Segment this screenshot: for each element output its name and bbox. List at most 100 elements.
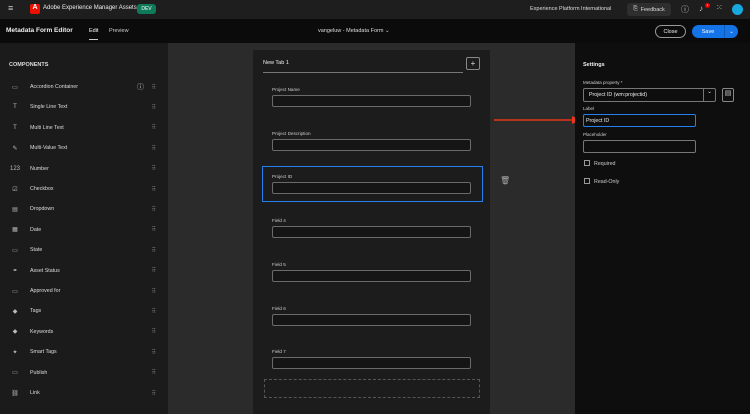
component-item[interactable]: ⚭ Asset Status ⠿ bbox=[10, 264, 160, 278]
drag-handle-icon[interactable]: ⠿ bbox=[152, 226, 156, 233]
drag-handle-icon[interactable]: ⠿ bbox=[152, 206, 156, 213]
label-input[interactable]: Project ID bbox=[583, 114, 696, 127]
field-label: Field 7 bbox=[272, 349, 286, 355]
component-type-icon: ✦ bbox=[12, 349, 18, 356]
placeholder-input[interactable] bbox=[583, 140, 696, 153]
component-type-icon: ▤ bbox=[12, 206, 18, 213]
schema-table-icon[interactable]: ▤ bbox=[722, 88, 734, 102]
avatar[interactable] bbox=[732, 4, 743, 15]
metadata-property-label: Metadata property * bbox=[583, 80, 623, 85]
close-button[interactable]: Close bbox=[655, 25, 686, 38]
app-name: Adobe Experience Manager Assets bbox=[43, 5, 137, 11]
drag-handle-icon[interactable]: ⠿ bbox=[152, 308, 156, 315]
bell-icon[interactable]: ♪ bbox=[699, 4, 703, 13]
drag-handle-icon[interactable]: ⠿ bbox=[152, 349, 156, 356]
component-item[interactable]: ▦ Date ⠿ bbox=[10, 223, 160, 237]
save-button[interactable]: Save bbox=[692, 25, 724, 38]
settings-panel: Settings Metadata property * Project ID … bbox=[575, 43, 750, 414]
component-label: Single Line Text bbox=[30, 104, 68, 111]
drag-handle-icon[interactable]: ⠿ bbox=[152, 369, 156, 376]
component-item[interactable]: ▤ Dropdown ⠿ bbox=[10, 202, 160, 216]
org-switcher[interactable]: Experience Platform International bbox=[530, 6, 611, 12]
feedback-icon: ⎘ bbox=[633, 6, 638, 12]
component-label: Asset Status bbox=[30, 267, 60, 274]
required-label: Required bbox=[594, 161, 616, 167]
feedback-label: Feedback bbox=[640, 6, 665, 13]
component-label: Keywords bbox=[30, 328, 54, 335]
readonly-checkbox[interactable] bbox=[584, 178, 590, 184]
metadata-property-select[interactable]: Project ID (wm:projectid) ⌄ bbox=[583, 88, 716, 102]
drag-handle-icon[interactable]: ⠿ bbox=[152, 165, 156, 172]
component-item[interactable]: ◆ Keywords ⠿ bbox=[10, 325, 160, 339]
component-item[interactable]: ▭ Publish ⠿ bbox=[10, 366, 160, 380]
component-label: State bbox=[30, 247, 43, 254]
component-label: Multi Line Text bbox=[30, 124, 64, 131]
component-item[interactable]: ✦ Smart Tags ⠿ bbox=[10, 345, 160, 359]
component-item[interactable]: T Multi Line Text ⠿ bbox=[10, 121, 160, 135]
component-item[interactable]: ☑ Checkbox ⠿ bbox=[10, 182, 160, 196]
components-heading: COMPONENTS bbox=[9, 62, 49, 68]
component-item[interactable]: ◆ Tags ⠿ bbox=[10, 304, 160, 318]
field-input[interactable] bbox=[272, 269, 471, 282]
drop-zone[interactable] bbox=[264, 379, 480, 398]
field-label: Field 5 bbox=[272, 261, 286, 267]
field-label: Field 6 bbox=[272, 305, 286, 311]
info-icon[interactable]: ⓘ bbox=[137, 82, 144, 92]
tab-preview[interactable]: Preview bbox=[109, 28, 129, 34]
field-label: Project Name bbox=[272, 87, 300, 92]
drag-handle-icon[interactable]: ⠿ bbox=[152, 247, 156, 254]
component-item[interactable]: ▭ State ⠿ bbox=[10, 243, 160, 257]
add-tab-button[interactable]: + bbox=[466, 57, 480, 70]
drag-handle-icon[interactable]: ⠿ bbox=[152, 390, 156, 397]
drag-handle-icon[interactable]: ⠿ bbox=[152, 186, 156, 193]
chevron-down-icon: ⌄ bbox=[384, 28, 390, 34]
drag-handle-icon[interactable]: ⠿ bbox=[152, 267, 156, 274]
field-input[interactable] bbox=[272, 313, 471, 326]
component-type-icon: ▭ bbox=[12, 247, 18, 254]
field-input[interactable] bbox=[272, 95, 471, 107]
component-type-icon: 123 bbox=[10, 165, 21, 172]
tab-edit[interactable]: Edit bbox=[89, 28, 99, 40]
component-item[interactable]: ▭ Approved for ⠿ bbox=[10, 284, 160, 298]
hamburger-menu-icon[interactable]: ≡ bbox=[8, 3, 13, 13]
required-checkbox[interactable] bbox=[584, 160, 590, 166]
component-type-icon: ⛓ bbox=[11, 390, 19, 397]
component-type-icon: ▭ bbox=[12, 288, 18, 295]
component-item[interactable]: T Single Line Text ⠿ bbox=[10, 100, 160, 114]
editor-toolbar: Metadata Form Editor Edit Preview vangel… bbox=[0, 19, 750, 43]
settings-heading: Settings bbox=[583, 62, 605, 68]
component-type-icon: ◆ bbox=[12, 329, 18, 336]
component-label: Number bbox=[30, 165, 49, 172]
component-label: Multi-Value Text bbox=[30, 145, 68, 152]
component-type-icon: ☑ bbox=[12, 186, 18, 193]
trash-icon[interactable]: 🗑 bbox=[500, 176, 510, 185]
drag-handle-icon[interactable]: ⠿ bbox=[152, 288, 156, 295]
drag-handle-icon[interactable]: ⠿ bbox=[152, 84, 156, 91]
apps-grid-icon[interactable]: ⁙ bbox=[716, 3, 723, 12]
feedback-button[interactable]: ⎘ Feedback bbox=[627, 3, 671, 16]
field-label: Project Description bbox=[272, 130, 311, 136]
drag-handle-icon[interactable]: ⠿ bbox=[152, 328, 156, 335]
help-icon[interactable]: ⓘ bbox=[681, 4, 689, 15]
field-input[interactable] bbox=[272, 357, 471, 370]
component-item[interactable]: ✎ Multi-Value Text ⠿ bbox=[10, 141, 160, 155]
drag-handle-icon[interactable]: ⠿ bbox=[152, 124, 156, 131]
component-item[interactable]: ▭ Accordion Container ⓘ ⠿ bbox=[10, 80, 160, 94]
field-label: Field 4 bbox=[272, 218, 286, 224]
form-selector[interactable]: vangeluw - Metadata Form ⌄ bbox=[318, 28, 390, 34]
field-input[interactable] bbox=[272, 226, 471, 239]
field-input[interactable] bbox=[272, 138, 471, 151]
drag-handle-icon[interactable]: ⠿ bbox=[152, 145, 156, 152]
component-label: Publish bbox=[30, 369, 48, 376]
tab-new-tab-1[interactable]: New Tab 1 bbox=[263, 60, 289, 66]
component-label: Checkbox bbox=[30, 186, 54, 192]
adobe-logo-icon: A bbox=[30, 4, 40, 14]
save-options-chevron-icon[interactable]: ⌄ bbox=[724, 25, 738, 38]
drag-handle-icon[interactable]: ⠿ bbox=[152, 104, 156, 111]
component-type-icon: ⚭ bbox=[12, 268, 18, 275]
component-item[interactable]: 123 Number ⠿ bbox=[10, 162, 160, 176]
components-panel: COMPONENTS ▭ Accordion Container ⓘ ⠿ T Single… bbox=[0, 43, 168, 414]
component-type-icon: ▭ bbox=[12, 370, 18, 377]
component-type-icon: ✎ bbox=[12, 145, 18, 152]
component-item[interactable]: ⛓ Link ⠿ bbox=[10, 386, 160, 400]
